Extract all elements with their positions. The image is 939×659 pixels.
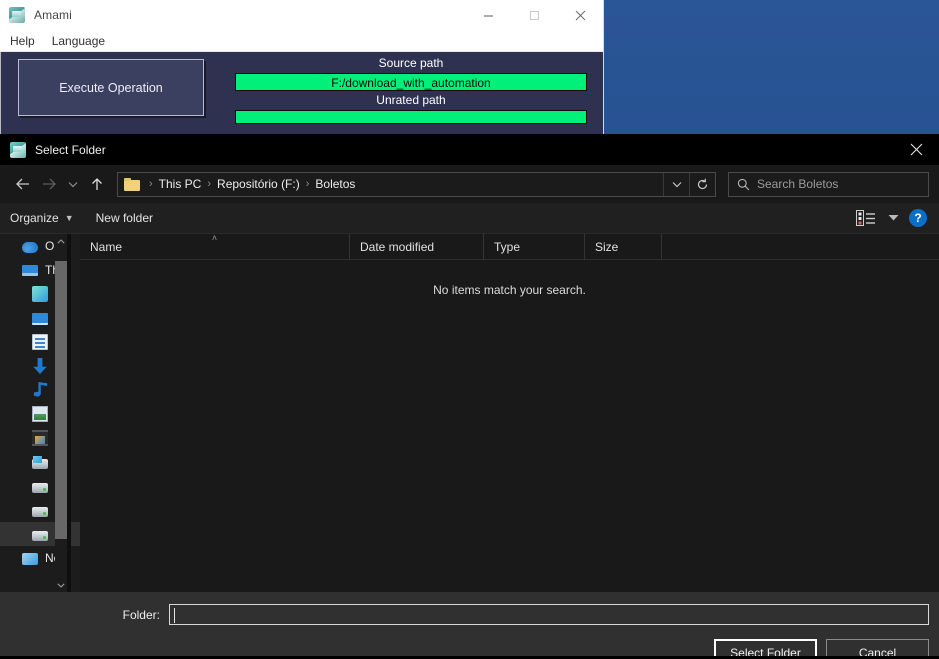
search-icon: [729, 178, 757, 191]
navigation-pane: On Thi 3D D: [0, 234, 80, 592]
amami-app-icon: [9, 7, 25, 23]
drive-icon: [32, 506, 48, 517]
organize-button[interactable]: Organize ▼: [10, 211, 74, 225]
amami-window-title: Amami: [34, 8, 72, 22]
column-header-label: Name: [90, 239, 123, 254]
3d-objects-icon: [32, 286, 48, 302]
dialog-main: On Thi 3D D: [0, 232, 939, 592]
menu-item-language[interactable]: Language: [52, 34, 105, 48]
breadcrumb-separator-0: ›: [149, 178, 153, 190]
amami-content: Execute Operation Source path F:/downloa…: [0, 52, 603, 134]
pane-splitter[interactable]: [67, 234, 71, 592]
chevron-down-icon: ▼: [64, 213, 74, 223]
search-input[interactable]: Search Boletos: [757, 177, 838, 191]
amami-menubar: Help Language: [0, 30, 603, 52]
up-arrow-icon[interactable]: [84, 171, 110, 197]
pictures-icon: [32, 406, 48, 422]
new-folder-label: New folder: [95, 211, 153, 225]
file-list[interactable]: Name ˄ Date modified Type Size No items …: [80, 232, 939, 592]
forward-arrow-icon[interactable]: [36, 171, 62, 197]
column-header-label: Date modified: [360, 239, 435, 254]
details-view-icon[interactable]: [856, 209, 878, 227]
screen: Amami Help Language Execute Operation So…: [0, 0, 939, 659]
unrated-path-label: Unrated path: [376, 93, 446, 107]
breadcrumb-item-boletos[interactable]: Boletos: [315, 177, 355, 191]
help-button[interactable]: ?: [909, 209, 927, 227]
folder-name-row: Folder:: [0, 604, 939, 625]
amami-window: Amami Help Language Execute Operation So…: [0, 0, 604, 134]
music-icon: [33, 382, 48, 397]
column-header-date-modified[interactable]: Date modified: [350, 233, 484, 260]
folder-name-input[interactable]: [169, 604, 929, 625]
navigation-pane-scrollbar[interactable]: [55, 234, 67, 592]
source-path-label: Source path: [378, 56, 444, 70]
downloads-icon: [33, 358, 47, 374]
recent-locations-chevron-icon[interactable]: [62, 171, 84, 197]
address-bar[interactable]: › This PC › Repositório (F:) › Boletos: [117, 171, 716, 197]
search-box[interactable]: Search Boletos: [728, 171, 929, 197]
menu-item-help[interactable]: Help: [10, 34, 35, 48]
drive-icon: [32, 482, 48, 493]
network-icon: [22, 553, 38, 565]
source-path-value[interactable]: F:/download_with_automation: [235, 73, 587, 91]
folder-icon: [124, 177, 140, 191]
execute-operation-button[interactable]: Execute Operation: [18, 59, 204, 116]
column-header-type[interactable]: Type: [484, 233, 585, 260]
organize-label: Organize: [10, 211, 59, 225]
unrated-path-value[interactable]: [235, 110, 587, 124]
breadcrumb-item-repositorio[interactable]: Repositório (F:): [217, 177, 300, 191]
dialog-command-bar: Organize ▼ New folder ?: [0, 203, 939, 234]
column-headers: Name ˄ Date modified Type Size: [80, 232, 939, 260]
sort-ascending-icon: ˄: [211, 232, 218, 243]
scroll-up-icon[interactable]: [55, 234, 67, 248]
pc-icon: [22, 265, 38, 276]
back-arrow-icon[interactable]: [10, 171, 36, 197]
text-cursor: [174, 608, 175, 623]
maximize-icon[interactable]: [511, 0, 557, 30]
close-icon[interactable]: [557, 0, 603, 30]
local-disk-icon: [32, 455, 48, 469]
minimize-icon[interactable]: [465, 0, 511, 30]
cloud-icon: [22, 242, 38, 253]
view-controls: ?: [856, 209, 929, 227]
documents-icon: [32, 334, 48, 350]
drive-icon: [32, 530, 48, 541]
chevron-down-icon[interactable]: [663, 172, 689, 196]
dialog-app-icon: [10, 141, 26, 158]
column-header-name[interactable]: Name ˄: [80, 232, 350, 260]
scroll-down-icon[interactable]: [55, 578, 67, 592]
dialog-footer: Folder: Select Folder Cancel: [0, 592, 939, 659]
breadcrumb-separator-2: ›: [305, 178, 310, 190]
refresh-icon[interactable]: [689, 172, 715, 196]
amami-window-controls: [465, 0, 603, 30]
breadcrumb: › This PC › Repositório (F:) › Boletos: [118, 177, 663, 191]
path-fields: Source path F:/download_with_automation …: [235, 54, 587, 124]
empty-list-message: No items match your search.: [433, 283, 586, 297]
breadcrumb-separator-1: ›: [207, 178, 212, 190]
dialog-title: Select Folder: [35, 142, 106, 157]
column-header-size[interactable]: Size: [585, 233, 662, 260]
dialog-close-icon[interactable]: [893, 134, 939, 165]
select-folder-dialog: Select Folder › This PC › Repositório (F…: [0, 134, 939, 659]
videos-icon: [32, 430, 48, 446]
dialog-navigation-bar: › This PC › Repositório (F:) › Boletos S…: [0, 165, 939, 203]
scrollbar-thumb[interactable]: [55, 261, 67, 539]
breadcrumb-item-this-pc[interactable]: This PC: [159, 177, 202, 191]
amami-titlebar: Amami: [0, 0, 603, 30]
view-mode-chevron-icon[interactable]: [888, 213, 899, 223]
dialog-titlebar: Select Folder: [0, 134, 939, 165]
column-header-label: Type: [494, 239, 521, 254]
column-header-label: Size: [595, 239, 619, 254]
folder-label: Folder:: [122, 607, 160, 622]
new-folder-button[interactable]: New folder: [96, 211, 153, 225]
desktop-icon: [32, 313, 48, 325]
